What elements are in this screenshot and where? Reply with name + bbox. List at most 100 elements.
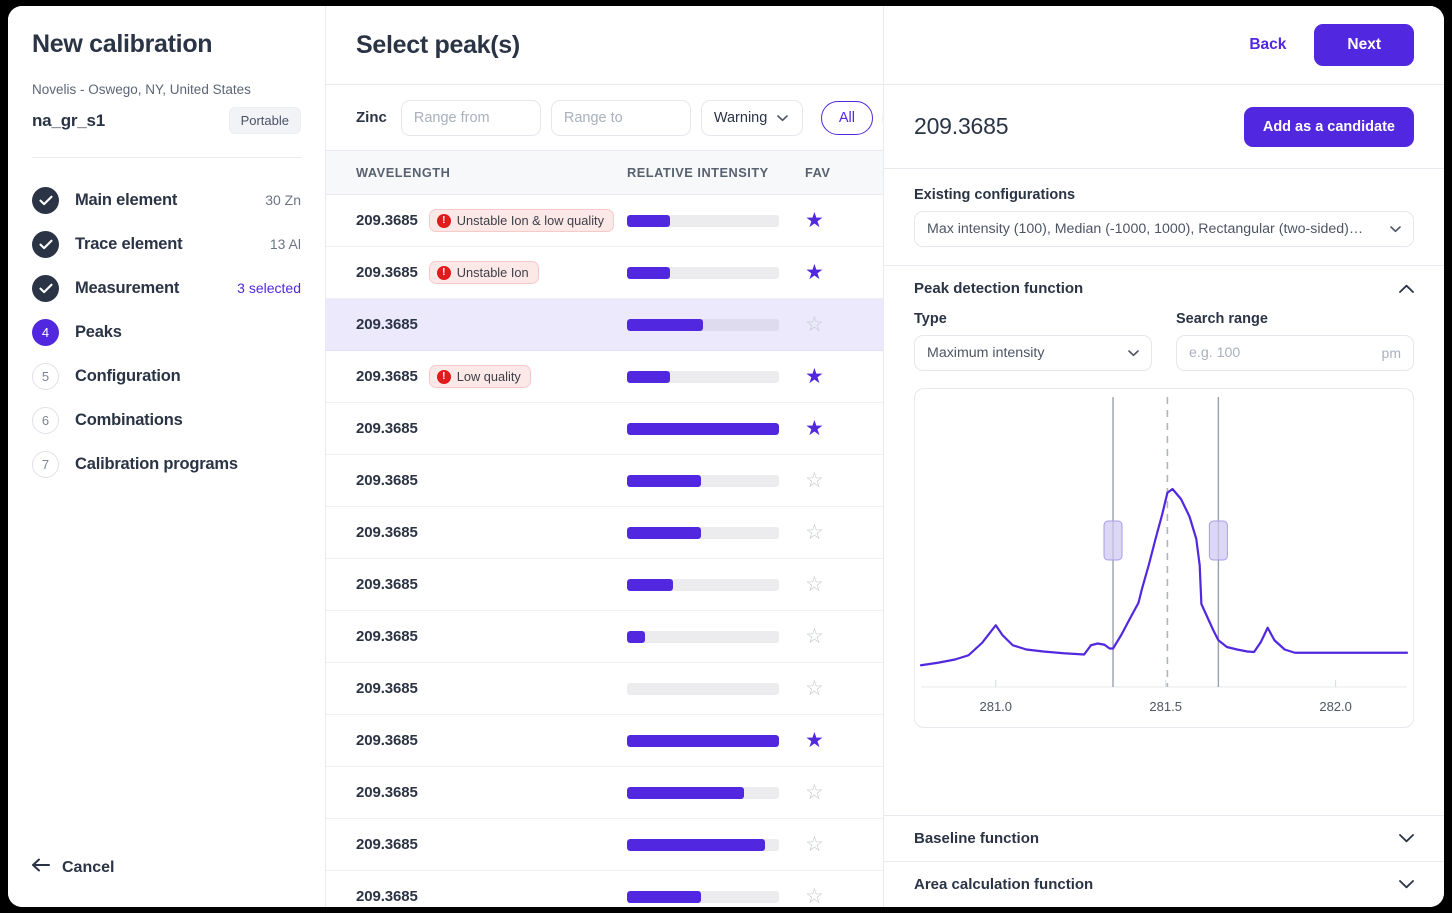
range-from-input[interactable] bbox=[400, 99, 541, 136]
cell-fav: ☆ bbox=[805, 834, 853, 855]
intensity-bar-track bbox=[627, 214, 779, 227]
search-range-input[interactable]: e.g. 100 pm bbox=[1176, 335, 1414, 371]
cell-fav: ★ bbox=[805, 366, 853, 387]
cell-relative-intensity bbox=[627, 578, 805, 591]
table-row[interactable]: 209.3685 ☆ bbox=[326, 819, 883, 871]
sidebar-step-label: Configuration bbox=[75, 366, 181, 385]
sidebar-step-measurement[interactable]: Measurement 3 selected bbox=[32, 266, 301, 310]
cell-relative-intensity bbox=[627, 838, 805, 851]
star-outline-icon[interactable]: ☆ bbox=[805, 574, 824, 595]
accordion-baseline-function[interactable]: Baseline function bbox=[884, 815, 1444, 861]
table-row[interactable]: 209.3685 ★ bbox=[326, 715, 883, 767]
range-to-input[interactable] bbox=[550, 99, 691, 136]
existing-configurations-select[interactable]: Max intensity (100), Median (-1000, 1000… bbox=[914, 211, 1414, 247]
sidebar-step-label: Measurement bbox=[75, 278, 180, 297]
cancel-button[interactable]: Cancel bbox=[32, 858, 114, 877]
intensity-bar-track bbox=[627, 786, 779, 799]
page-title: New calibration bbox=[32, 30, 213, 58]
warning-select-value: Warning bbox=[713, 109, 768, 126]
star-filled-icon[interactable]: ★ bbox=[805, 210, 824, 231]
cell-relative-intensity bbox=[627, 474, 805, 487]
table-header: WAVELENGTH RELATIVE INTENSITY FAV bbox=[326, 150, 883, 195]
table-row[interactable]: 209.3685! Unstable Ion & low quality ★ bbox=[326, 195, 883, 247]
intensity-bar-track bbox=[627, 630, 779, 643]
add-candidate-button[interactable]: Add as a candidate bbox=[1243, 106, 1414, 147]
sidebar-step-calibration-programs[interactable]: 7 Calibration programs bbox=[32, 442, 301, 486]
intensity-bar-track bbox=[627, 734, 779, 747]
table-row[interactable]: 209.3685 ☆ bbox=[326, 871, 883, 907]
sidebar-step-label: Combinations bbox=[75, 410, 183, 429]
table-row[interactable]: 209.3685 ★ bbox=[326, 403, 883, 455]
intensity-bar-track bbox=[627, 578, 779, 591]
wavelength-value: 209.3685 bbox=[356, 472, 418, 489]
intensity-bar-fill bbox=[627, 630, 646, 643]
star-outline-icon[interactable]: ☆ bbox=[805, 886, 824, 907]
function-accordions: Baseline function Area calculation functi… bbox=[884, 815, 1444, 907]
table-row[interactable]: 209.3685 ☆ bbox=[326, 507, 883, 559]
sidebar-step-peaks[interactable]: 4 Peaks bbox=[32, 310, 301, 354]
accordion-title: Baseline function bbox=[914, 830, 1040, 847]
intensity-bar-fill bbox=[627, 734, 779, 747]
star-filled-icon[interactable]: ★ bbox=[805, 730, 824, 751]
star-outline-icon[interactable]: ☆ bbox=[805, 834, 824, 855]
table-row[interactable]: 209.3685 ☆ bbox=[326, 611, 883, 663]
star-filled-icon[interactable]: ★ bbox=[805, 262, 824, 283]
sidebar-step-trace-element[interactable]: Trace element 13 Al bbox=[32, 222, 301, 266]
star-filled-icon[interactable]: ★ bbox=[805, 366, 824, 387]
peak-chart[interactable]: 281.0 281.5 282.0 bbox=[914, 388, 1414, 728]
peaks-title: Select peak(s) bbox=[356, 30, 520, 59]
alert-icon: ! bbox=[436, 369, 451, 384]
sidebar-step-label: Trace element bbox=[75, 234, 183, 253]
selected-peak-value: 209.3685 bbox=[914, 113, 1009, 139]
intensity-bar-track bbox=[627, 370, 779, 383]
cell-fav: ★ bbox=[805, 262, 853, 283]
table-row[interactable]: 209.3685 ☆ bbox=[326, 663, 883, 715]
table-row[interactable]: 209.3685 ☆ bbox=[326, 767, 883, 819]
sidebar-step-configuration[interactable]: 5 Configuration bbox=[32, 354, 301, 398]
intensity-bar-fill bbox=[627, 578, 673, 591]
intensity-bar-track bbox=[627, 422, 779, 435]
sidebar-step-main-element[interactable]: Main element 30 Zn bbox=[32, 178, 301, 222]
star-outline-icon[interactable]: ☆ bbox=[805, 314, 824, 335]
accordion-peak-detection[interactable]: Peak detection function bbox=[884, 265, 1444, 311]
table-row[interactable]: 209.3685 ☆ bbox=[326, 455, 883, 507]
star-outline-icon[interactable]: ☆ bbox=[805, 522, 824, 543]
accordion-area-calculation-function[interactable]: Area calculation function bbox=[884, 861, 1444, 907]
star-outline-icon[interactable]: ☆ bbox=[805, 626, 824, 647]
chevron-down-icon bbox=[1399, 830, 1414, 848]
next-button[interactable]: Next bbox=[1314, 24, 1414, 66]
filter-chip-all[interactable]: All bbox=[820, 100, 873, 135]
chevron-down-icon bbox=[1390, 221, 1401, 237]
check-icon bbox=[32, 186, 59, 214]
table-row[interactable]: 209.3685 ☆ bbox=[326, 559, 883, 611]
sidebar-step-label: Main element bbox=[75, 190, 178, 209]
star-filled-icon[interactable]: ★ bbox=[805, 418, 824, 439]
sidebar-step-combinations[interactable]: 6 Combinations bbox=[32, 398, 301, 442]
wavelength-value: 209.3685 bbox=[356, 368, 418, 385]
star-outline-icon[interactable]: ☆ bbox=[805, 782, 824, 803]
wavelength-value: 209.3685 bbox=[356, 576, 418, 593]
table-row[interactable]: 209.3685! Unstable Ion ★ bbox=[326, 247, 883, 299]
warning-select[interactable]: Warning bbox=[700, 99, 803, 136]
peaks-table[interactable]: 209.3685! Unstable Ion & low quality ★ 209.… bbox=[326, 195, 883, 907]
star-outline-icon[interactable]: ☆ bbox=[805, 470, 824, 491]
type-label: Type bbox=[914, 311, 947, 327]
arrow-left-icon bbox=[32, 858, 51, 877]
peak-detail-header: 209.3685 Add as a candidate bbox=[884, 84, 1444, 168]
type-select[interactable]: Maximum intensity bbox=[914, 335, 1152, 371]
table-row[interactable]: 209.3685! Low quality ★ bbox=[326, 351, 883, 403]
warning-badge: ! Unstable Ion bbox=[428, 261, 539, 284]
back-button[interactable]: Back bbox=[1249, 36, 1286, 54]
column-header-relative-intensity: RELATIVE INTENSITY bbox=[627, 165, 769, 180]
peak-detection-body: Type Maximum intensity Search range e.g.… bbox=[884, 311, 1444, 728]
wavelength-value: 209.3685 bbox=[356, 316, 418, 333]
cell-wavelength: 209.3685 bbox=[356, 784, 627, 801]
sidebar-step-label: Peaks bbox=[75, 322, 122, 341]
type-value: Maximum intensity bbox=[927, 345, 1045, 361]
intensity-bar-track bbox=[627, 526, 779, 539]
step-list: Main element 30 Zn Trace element 13 Al Measu… bbox=[8, 158, 325, 486]
cell-fav: ☆ bbox=[805, 886, 853, 907]
star-outline-icon[interactable]: ☆ bbox=[805, 678, 824, 699]
column-header-wavelength: WAVELENGTH bbox=[356, 165, 451, 180]
table-row[interactable]: 209.3685 ☆ bbox=[326, 299, 883, 351]
